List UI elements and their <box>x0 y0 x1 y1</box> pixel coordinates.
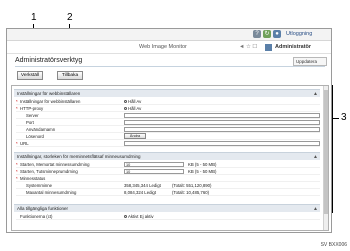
list-item: * HTTP-proxy Håll Av <box>16 105 320 112</box>
home-icon[interactable] <box>265 44 272 51</box>
settings-panel: Inställningar för webbinställaren ▲ * In… <box>11 85 329 231</box>
port-input[interactable] <box>124 120 320 125</box>
row-total: (Totalt: 551,120,890) <box>172 183 212 188</box>
figure-code: SV BXX006 <box>320 242 347 248</box>
radio-label: Håll Av <box>128 106 142 111</box>
update-select[interactable]: Uppdatera <box>293 57 327 66</box>
section-title: Inställningar, storleken för meminnetsfl… <box>17 154 141 159</box>
section-other-functions[interactable]: Alla tillgängliga funktioner ▲ <box>14 204 320 212</box>
help-icon[interactable]: ? <box>253 30 261 38</box>
callout-1: 1 <box>31 12 37 23</box>
list-item: Användarnamn <box>16 126 320 133</box>
refresh-icon[interactable]: ↻ <box>263 30 271 38</box>
leader-line-3 <box>333 118 339 119</box>
logout-link[interactable]: Utloggning <box>286 30 312 39</box>
radio-icon <box>124 215 127 218</box>
required-mark: * <box>16 141 18 146</box>
radio-label: Aktivt Ej aktiv <box>128 214 154 219</box>
list-item: Lösenord Ändra <box>16 133 320 140</box>
list-item: * Inställningar för webbinställaren Håll… <box>16 98 320 105</box>
callout-3: 3 <box>341 112 347 123</box>
nav-icons[interactable]: ◄ ☆ ☐ <box>239 44 257 50</box>
row-label: Starten, Tutsminneprumdrning <box>20 169 78 174</box>
section-memory-dump[interactable]: Inställningar, storleken för meminnetsfl… <box>14 152 320 160</box>
list-item: Funktionerna (ct) Aktivt Ej aktiv <box>16 213 320 220</box>
row-label: Server <box>26 113 39 118</box>
row-total: (Totalt: 10,485,760) <box>172 190 210 195</box>
required-mark: * <box>16 106 18 111</box>
memory-size-input[interactable]: 10 <box>124 169 184 174</box>
list-item: Port <box>16 119 320 126</box>
collapse-icon[interactable]: ▲ <box>313 154 318 160</box>
bracket-3-vertical <box>332 85 333 213</box>
radio-option[interactable]: Håll Av <box>124 98 141 105</box>
list-item: Systemminne 358,345,344 Ledigt (Totalt: … <box>16 182 320 189</box>
memory-size-input[interactable]: 10 <box>124 162 184 167</box>
server-input[interactable] <box>124 113 320 118</box>
scrollbar-thumb[interactable] <box>324 90 328 214</box>
collapse-icon[interactable]: ▲ <box>313 91 318 97</box>
row-label: Lösenord <box>26 134 44 139</box>
top-bar: ? ↻ ● Utloggning <box>7 29 331 41</box>
vertical-scrollbar[interactable] <box>323 86 328 230</box>
list-item: Server <box>16 112 320 119</box>
radio-label: Håll Av <box>128 99 142 104</box>
radio-icon <box>124 100 127 103</box>
collapse-icon[interactable]: ▲ <box>313 206 318 212</box>
radio-option[interactable]: Håll Av <box>124 105 141 112</box>
row-label: Funktionerna (ct) <box>20 214 53 219</box>
title-divider <box>15 66 325 67</box>
row-label: Systemminne <box>26 183 53 188</box>
row-label: Port <box>26 120 34 125</box>
app-bar: Web Image Monitor ◄ ☆ ☐ Administratör <box>7 42 331 54</box>
list-item: Maxantal minnesumdrning 8,084,324 Ledigt… <box>16 189 320 196</box>
row-label: URL <box>20 141 29 146</box>
browser-screen: ? ↻ ● Utloggning Web Image Monitor ◄ ☆ ☐… <box>6 28 332 233</box>
url-input[interactable] <box>124 141 320 146</box>
section-title: Alla tillgängliga funktioner <box>17 206 69 211</box>
list-item: * Starten, Memortat minnessumdrning 10 K… <box>16 161 320 168</box>
row-label: Maxantal minnesumdrning <box>26 190 77 195</box>
required-mark: * <box>16 176 18 181</box>
row-label: Användarnamn <box>26 127 56 132</box>
required-mark: * <box>16 99 18 104</box>
list-item: * URL <box>16 140 320 147</box>
username-input[interactable] <box>124 127 320 132</box>
row-value: 8,084,324 Ledigt <box>124 190 157 195</box>
user-icon: ● <box>273 30 281 38</box>
section-web-settings[interactable]: Inställningar för webbinställaren ▲ <box>14 89 320 97</box>
radio-option[interactable]: Aktivt Ej aktiv <box>124 213 154 220</box>
row-label: Starten, Memortat minnessumdrning <box>20 162 90 167</box>
list-item: * Minnesstatus <box>16 175 320 182</box>
required-mark: * <box>16 162 18 167</box>
admin-label: Administratör <box>275 44 312 50</box>
app-title: Web Image Monitor <box>139 44 187 50</box>
required-mark: * <box>16 169 18 174</box>
back-button[interactable]: Tillbaka <box>57 71 83 80</box>
row-label: HTTP-proxy <box>20 106 44 111</box>
page-title: Administratörsverktyg <box>15 57 83 64</box>
row-label: Minnesstatus <box>20 176 46 181</box>
radio-icon <box>124 107 127 110</box>
callout-2: 2 <box>67 12 73 23</box>
unit-label: KB (5 - 50 MB) <box>188 162 217 167</box>
row-label: Inställningar för webbinställaren <box>20 99 81 104</box>
section-title: Inställningar för webbinställaren <box>17 91 81 96</box>
list-item: * Starten, Tutsminneprumdrning 10 KB (5 … <box>16 168 320 175</box>
ok-button[interactable]: Verkställ <box>17 71 43 80</box>
unit-label: KB (5 - 50 MB) <box>188 169 217 174</box>
row-value: 358,345,344 Ledigt <box>124 183 161 188</box>
change-password-button[interactable]: Ändra <box>124 133 146 139</box>
